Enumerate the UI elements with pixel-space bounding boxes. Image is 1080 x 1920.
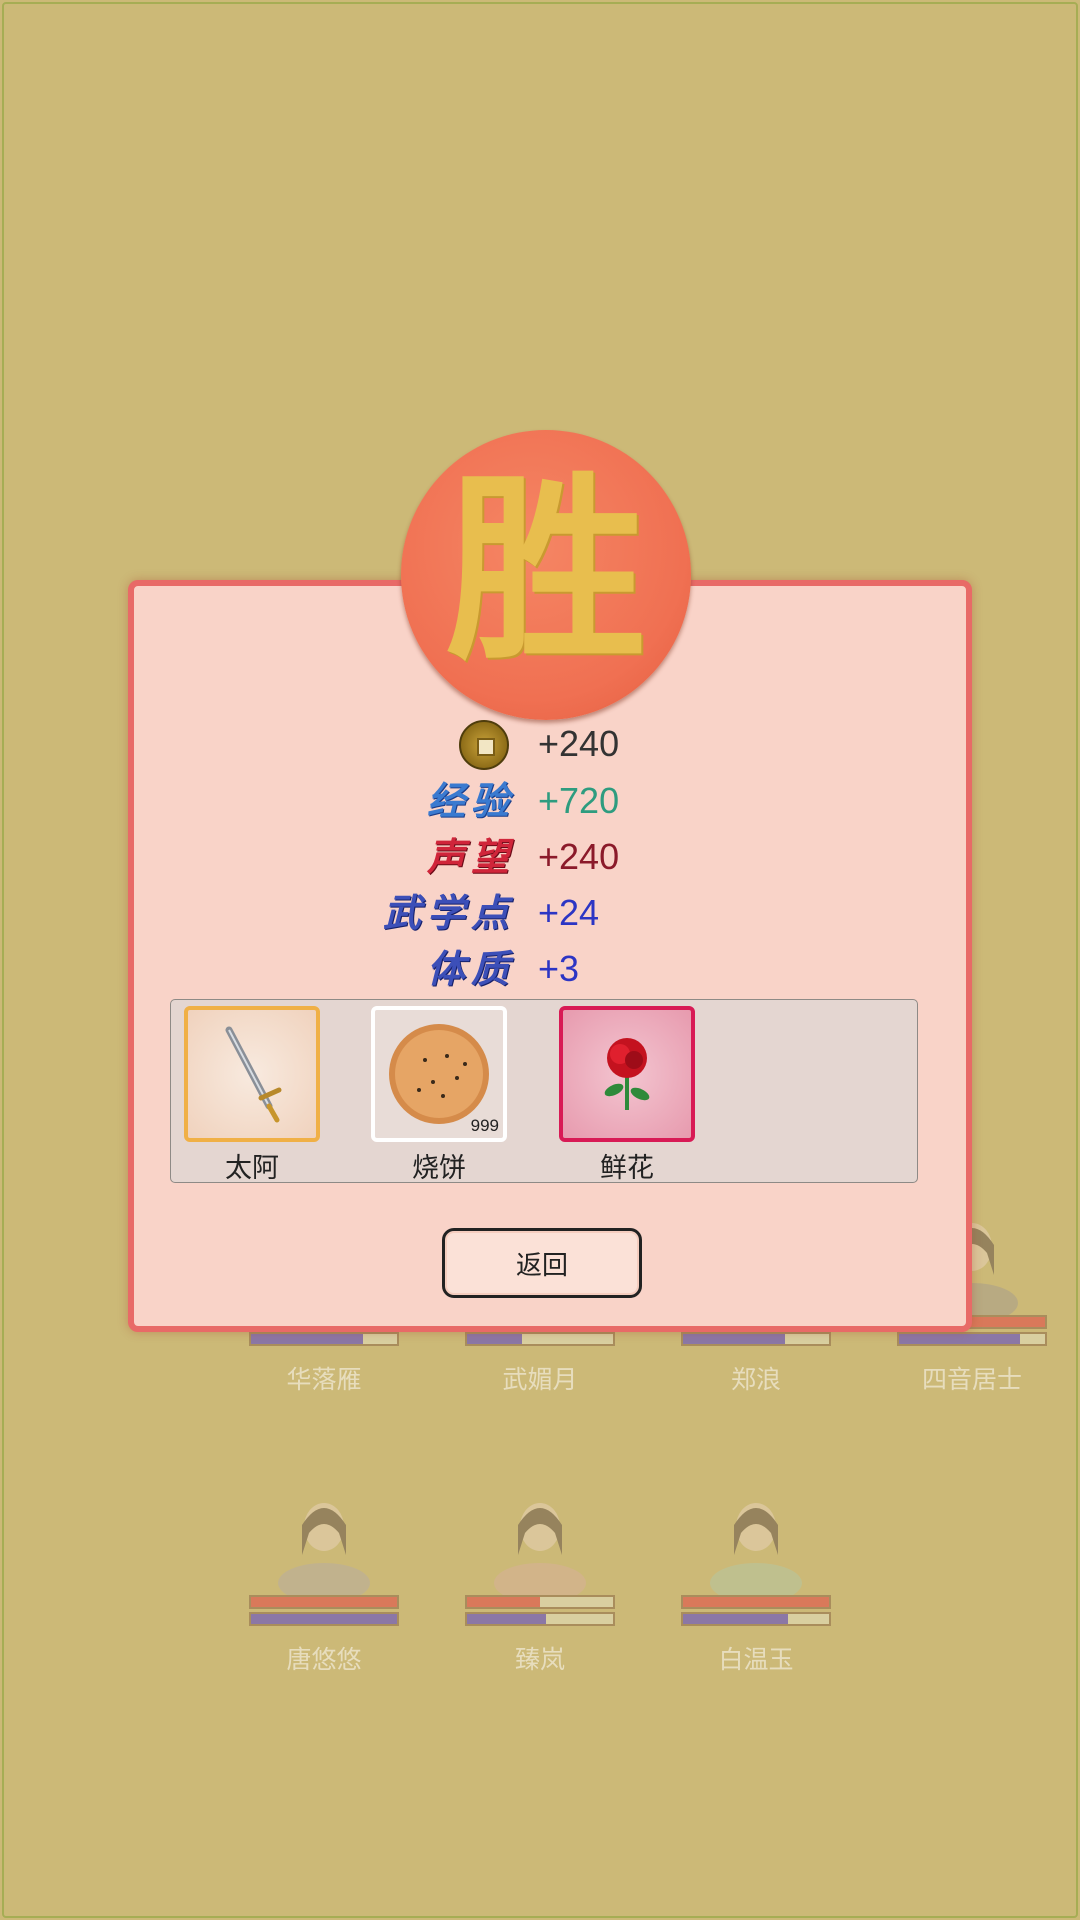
character-name: 唐悠悠	[286, 1645, 362, 1674]
mana-bar-fill	[683, 1334, 786, 1344]
item-name: 烧饼	[412, 1153, 466, 1184]
sesame-flatbread-icon	[389, 1024, 489, 1124]
martial-points-value: +24	[538, 892, 600, 933]
mana-bar-fill	[251, 1614, 397, 1624]
mana-bar	[681, 1612, 831, 1626]
reputation-label: 声望	[426, 834, 515, 879]
character-card[interactable]: 白温玉	[681, 1485, 831, 1676]
red-rose-icon	[604, 1038, 650, 1110]
mana-bar-fill	[683, 1614, 789, 1624]
item-count: 999	[470, 1116, 499, 1135]
exp-value: +720	[538, 780, 620, 821]
health-bar	[681, 1595, 831, 1609]
character-name: 臻岚	[514, 1645, 565, 1674]
victory-glyph: 胜	[445, 453, 646, 688]
sword-icon	[225, 1026, 282, 1123]
mana-bar	[465, 1612, 615, 1626]
mana-bar-fill	[899, 1334, 1021, 1344]
reputation-value: +240	[538, 836, 620, 877]
item-slot-flatbread[interactable]: 999 烧饼	[371, 1006, 507, 1185]
constitution-value: +3	[538, 948, 580, 989]
constitution-label: 体质	[426, 946, 515, 991]
mana-bar	[465, 1332, 615, 1346]
mana-bar	[681, 1332, 831, 1346]
item-name: 鲜花	[600, 1153, 654, 1184]
character-name: 郑浪	[730, 1365, 781, 1394]
character-name: 四音居士	[921, 1365, 1022, 1394]
back-button[interactable]: 返回	[442, 1228, 642, 1298]
martial-points-label: 武学点	[382, 890, 515, 935]
item-box[interactable]	[559, 1006, 695, 1142]
health-bar-fill	[683, 1597, 829, 1607]
copper-coin-icon	[459, 720, 509, 770]
health-bar-fill	[467, 1597, 540, 1607]
item-drops-panel: 太阿 999 烧饼 鲜花	[170, 999, 918, 1185]
character-portrait	[465, 1485, 615, 1603]
mana-bar	[897, 1332, 1047, 1346]
reward-row-exp: 经验 +720	[0, 776, 1080, 826]
character-name: 武媚月	[502, 1365, 578, 1394]
item-name: 太阿	[225, 1153, 279, 1184]
character-name: 白温玉	[718, 1645, 794, 1674]
item-slot-sword[interactable]: 太阿	[184, 1006, 320, 1185]
exp-label: 经验	[426, 778, 515, 823]
character-portrait	[681, 1485, 831, 1603]
mana-bar	[249, 1332, 399, 1346]
character-name: 华落雁	[286, 1365, 362, 1394]
reward-row-coins: +240	[0, 719, 1080, 770]
mana-bar	[249, 1612, 399, 1626]
character-card[interactable]: 臻岚	[465, 1485, 615, 1676]
mana-bar-fill	[467, 1614, 546, 1624]
victory-seal: 胜	[401, 430, 691, 720]
reward-row-reputation: 声望 +240	[0, 832, 1080, 882]
health-bar-fill	[251, 1597, 397, 1607]
character-portrait	[249, 1485, 399, 1603]
item-box[interactable]	[184, 1006, 320, 1142]
mana-bar-fill	[251, 1334, 364, 1344]
coins-value: +240	[538, 723, 620, 764]
item-slot-flower[interactable]: 鲜花	[559, 1006, 695, 1185]
character-card[interactable]: 唐悠悠	[249, 1485, 399, 1676]
item-box[interactable]: 999	[371, 1006, 507, 1142]
reward-row-martial-points: 武学点 +24	[0, 888, 1080, 938]
mana-bar-fill	[467, 1334, 523, 1344]
health-bar	[249, 1595, 399, 1609]
health-bar	[465, 1595, 615, 1609]
reward-row-constitution: 体质 +3	[0, 944, 1080, 994]
